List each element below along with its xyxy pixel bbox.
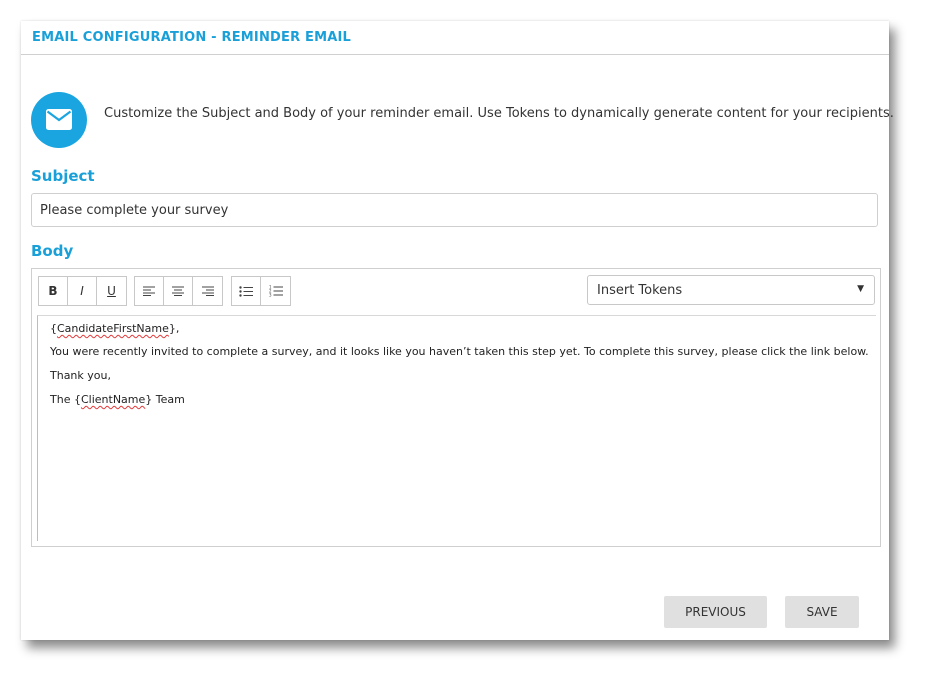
insert-tokens-dropdown[interactable]: Insert Tokens ▼	[587, 275, 875, 305]
body-line-signature: The {ClientName} Team	[50, 393, 185, 406]
email-config-panel: EMAIL CONFIGURATION - REMINDER EMAIL Cus…	[21, 21, 894, 640]
subject-label: Subject	[31, 167, 95, 185]
bold-button[interactable]: B	[39, 277, 68, 305]
numbered-list-icon: 1 2 3	[269, 285, 283, 297]
bullet-list-button[interactable]	[232, 277, 261, 305]
body-line-message: You were recently invited to complete a …	[50, 345, 869, 358]
body-label: Body	[31, 242, 74, 260]
token-client-name: ClientName	[80, 393, 146, 406]
format-group: B I U	[38, 276, 127, 306]
italic-button[interactable]: I	[68, 277, 97, 305]
envelope-icon	[31, 92, 87, 148]
dropdown-caret-icon: ▼	[857, 284, 864, 294]
page-title: EMAIL CONFIGURATION - REMINDER EMAIL	[32, 30, 352, 45]
align-group	[134, 276, 223, 306]
panel-header: EMAIL CONFIGURATION - REMINDER EMAIL	[21, 21, 889, 55]
align-left-button[interactable]	[135, 277, 164, 305]
align-left-icon	[143, 286, 155, 296]
align-center-button[interactable]	[164, 277, 193, 305]
list-group: 1 2 3	[231, 276, 291, 306]
bullet-list-icon	[239, 285, 253, 297]
body-line-thanks: Thank you,	[50, 369, 111, 382]
info-text: Customize the Subject and Body of your r…	[104, 106, 894, 121]
numbered-list-button[interactable]: 1 2 3	[261, 277, 290, 305]
editor-toolbar: B I U 1 2 3 Insert Tokens ▼	[32, 269, 880, 315]
insert-tokens-label: Insert Tokens	[597, 283, 683, 298]
align-right-button[interactable]	[193, 277, 222, 305]
body-editor: B I U 1 2 3 Insert Tokens ▼ {CandidateFi…	[31, 268, 881, 547]
align-center-icon	[172, 286, 184, 296]
previous-button[interactable]: PREVIOUS	[664, 596, 767, 628]
token-candidate-first-name: CandidateFirstName	[57, 322, 169, 335]
body-line-greeting: {CandidateFirstName},	[50, 322, 180, 335]
editor-content[interactable]: {CandidateFirstName}, You were recently …	[37, 315, 876, 541]
underline-button[interactable]: U	[97, 277, 126, 305]
save-button[interactable]: SAVE	[785, 596, 859, 628]
align-right-icon	[201, 286, 214, 296]
subject-input[interactable]	[31, 193, 878, 227]
svg-text:3: 3	[269, 293, 272, 298]
